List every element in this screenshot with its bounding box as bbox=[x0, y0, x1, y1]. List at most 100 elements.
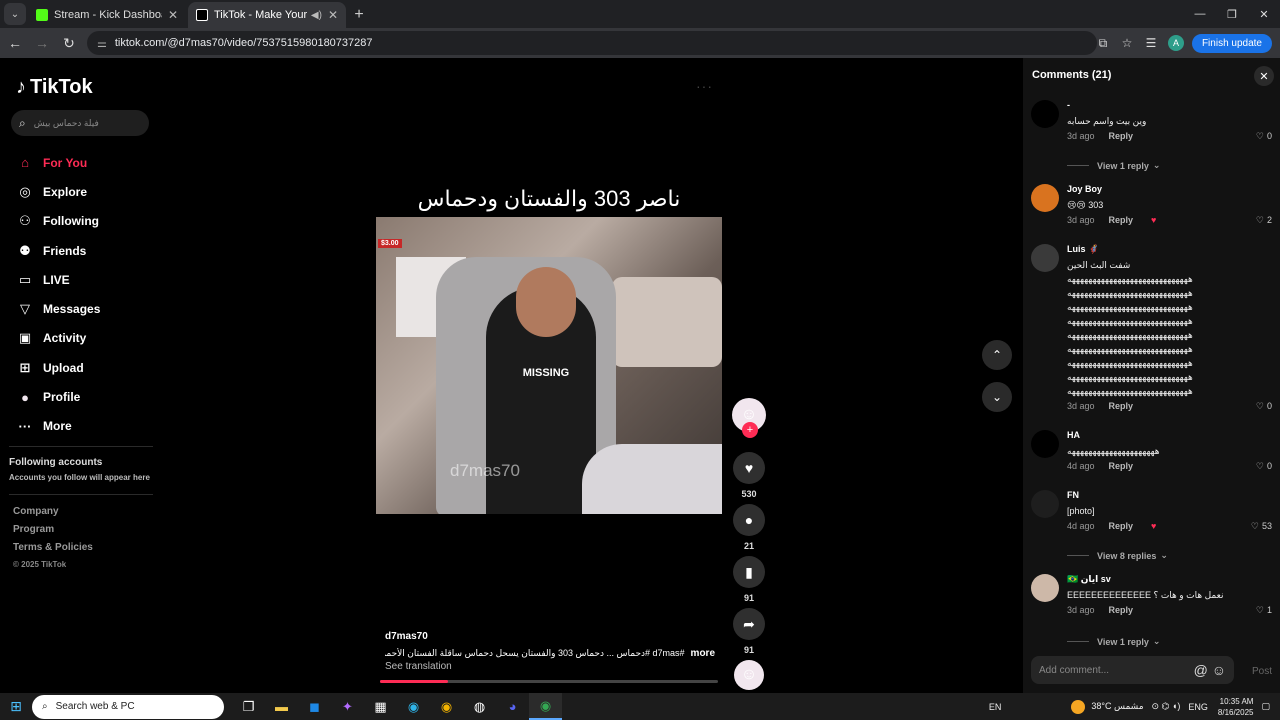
finish-update-button[interactable]: Finish update bbox=[1191, 33, 1272, 53]
reply-button[interactable]: Reply bbox=[1109, 398, 1134, 414]
previous-video-button[interactable]: ⌃ bbox=[982, 340, 1012, 370]
comment-button[interactable]: ● bbox=[733, 504, 765, 536]
edge-icon[interactable]: ◉ bbox=[397, 693, 430, 720]
tray-icons[interactable]: ⊙ ⌬ ◖) bbox=[1152, 701, 1181, 712]
sidebar-item-explore[interactable]: ◎ Explore bbox=[16, 177, 156, 206]
tab-kick-dashboard[interactable]: Stream - Kick Dashboard ✕ bbox=[28, 2, 186, 28]
obs-icon[interactable]: ◍ bbox=[463, 693, 496, 720]
sound-disc-avatar[interactable]: ☺ bbox=[734, 660, 764, 690]
save-button[interactable]: ▮ bbox=[733, 556, 765, 588]
sidebar-item-more[interactable]: ··· More bbox=[16, 412, 156, 441]
comment-username[interactable]: 🇧🇷 ايان sv bbox=[1067, 574, 1272, 588]
next-video-button[interactable]: ⌄ bbox=[982, 382, 1012, 412]
minimize-button[interactable]: — bbox=[1184, 0, 1216, 28]
footer-link-terms[interactable]: Terms & Policies bbox=[13, 542, 93, 560]
mention-emoji-icons[interactable]: @ ☺ bbox=[1194, 662, 1226, 678]
like-button[interactable]: ♥ bbox=[733, 452, 765, 484]
sidebar-item-messages[interactable]: ▽ Messages bbox=[16, 294, 156, 323]
store-icon[interactable]: ▦ bbox=[364, 693, 397, 720]
search-input[interactable]: ⌕ فيلة دحماس بيش bbox=[11, 110, 149, 136]
video-progress-bar[interactable] bbox=[380, 680, 718, 683]
chrome-icon[interactable]: ◉ bbox=[430, 693, 463, 720]
new-tab-button[interactable]: + bbox=[348, 2, 370, 28]
comment-like-button[interactable]: ♡ 0 bbox=[1256, 128, 1272, 144]
more-link[interactable]: more bbox=[691, 648, 715, 659]
commenter-avatar[interactable] bbox=[1031, 490, 1059, 518]
footer-link-program[interactable]: Program bbox=[13, 524, 93, 542]
chrome-active-icon[interactable]: ◉ bbox=[529, 693, 562, 720]
tab-search-button[interactable]: ⌄ bbox=[4, 3, 26, 25]
commenter-avatar[interactable] bbox=[1031, 100, 1059, 128]
sidebar-item-live[interactable]: ▭ LIVE bbox=[16, 265, 156, 294]
commenter-avatar[interactable] bbox=[1031, 184, 1059, 212]
reply-button[interactable]: Reply bbox=[1109, 212, 1134, 228]
comment-username[interactable]: Luis 🦸 bbox=[1067, 244, 1272, 258]
view-replies-button[interactable]: View 1 reply ⌄ bbox=[1067, 636, 1160, 647]
tab-tiktok[interactable]: TikTok - Make Your Day ◀) ✕ bbox=[188, 2, 346, 28]
notifications-icon[interactable]: ▢ bbox=[1261, 701, 1270, 712]
address-input[interactable]: ⚌ tiktok.com/@d7mas70/video/753751598018… bbox=[87, 31, 1097, 55]
close-tab-icon[interactable]: ✕ bbox=[328, 8, 338, 22]
lang-indicator[interactable]: EN bbox=[989, 702, 1002, 712]
add-comment-input[interactable]: Add comment... @ ☺ bbox=[1031, 656, 1234, 684]
video-options-icon[interactable]: ··· bbox=[696, 78, 713, 94]
back-button[interactable]: ← bbox=[3, 31, 27, 55]
video-player[interactable]: MISSING $3.00 d7mas70 bbox=[376, 217, 722, 514]
comment-username[interactable]: - bbox=[1067, 100, 1272, 114]
task-view-icon[interactable]: ❐ bbox=[232, 693, 265, 720]
footer-link-company[interactable]: Company bbox=[13, 506, 93, 524]
file-explorer-icon[interactable]: ▬ bbox=[265, 693, 298, 720]
follow-plus-icon[interactable]: + bbox=[742, 422, 758, 438]
comment-username[interactable]: Joy Boy bbox=[1067, 184, 1272, 198]
copilot-icon[interactable]: ✦ bbox=[331, 693, 364, 720]
comment-like-button[interactable]: ♡ 0 bbox=[1256, 398, 1272, 414]
sidebar-item-profile[interactable]: ● Profile bbox=[16, 382, 156, 411]
reply-button[interactable]: Reply bbox=[1109, 518, 1134, 534]
profile-avatar[interactable]: A bbox=[1167, 35, 1184, 51]
close-comments-button[interactable]: ✕ bbox=[1254, 66, 1274, 86]
close-tab-icon[interactable]: ✕ bbox=[168, 8, 178, 22]
video-author[interactable]: d7mas70 bbox=[385, 631, 428, 642]
bookmark-star-icon[interactable]: ☆ bbox=[1116, 36, 1138, 50]
comment-username[interactable]: FN bbox=[1067, 490, 1272, 504]
clock[interactable]: 10:35 AM 8/16/2025 bbox=[1218, 696, 1254, 718]
speaker-icon[interactable]: ◀) bbox=[311, 10, 322, 21]
see-translation-link[interactable]: See translation bbox=[385, 661, 452, 672]
reply-button[interactable]: Reply bbox=[1109, 128, 1134, 144]
taskbar-search[interactable]: ⌕ Search web & PC bbox=[32, 694, 224, 719]
reply-button[interactable]: Reply bbox=[1109, 458, 1134, 474]
heart-outline-icon: ♡ bbox=[1255, 401, 1264, 411]
reload-button[interactable]: ↻ bbox=[57, 31, 81, 55]
close-window-button[interactable]: ✕ bbox=[1248, 0, 1280, 28]
commenter-avatar[interactable] bbox=[1031, 244, 1059, 272]
windows-start-icon[interactable]: ⊞ bbox=[0, 693, 32, 720]
input-language[interactable]: ENG bbox=[1188, 702, 1208, 712]
comment-like-button[interactable]: ♡ 0 bbox=[1256, 458, 1272, 474]
comment-like-button[interactable]: ♡ 2 bbox=[1256, 212, 1272, 228]
sidebar-item-upload[interactable]: ⊞ Upload bbox=[16, 353, 156, 382]
comment-like-button[interactable]: ♡ 1 bbox=[1256, 602, 1272, 618]
maximize-button[interactable]: ❐ bbox=[1216, 0, 1248, 28]
share-button[interactable]: ➦ bbox=[733, 608, 765, 640]
install-app-icon[interactable]: ⧉ bbox=[1092, 36, 1114, 51]
sidebar-item-following[interactable]: ⚇ Following bbox=[16, 207, 156, 236]
sidebar-item-activity[interactable]: ▣ Activity bbox=[16, 324, 156, 353]
outlook-icon[interactable]: ◼ bbox=[298, 693, 331, 720]
extensions-icon[interactable]: ☰ bbox=[1140, 36, 1162, 50]
weather-text[interactable]: 38°C مشمس bbox=[1091, 701, 1143, 712]
comment-username[interactable]: HA bbox=[1067, 430, 1272, 444]
forward-button[interactable]: → bbox=[30, 31, 54, 55]
creator-avatar[interactable]: ☺ + bbox=[732, 398, 766, 438]
commenter-avatar[interactable] bbox=[1031, 574, 1059, 602]
comment-like-button[interactable]: ♡ 53 bbox=[1251, 518, 1272, 534]
tiktok-logo[interactable]: ♪ TikTok bbox=[16, 76, 93, 99]
commenter-avatar[interactable] bbox=[1031, 430, 1059, 458]
reply-button[interactable]: Reply bbox=[1109, 602, 1134, 618]
sidebar-item-friends[interactable]: ⚉ Friends bbox=[16, 236, 156, 265]
view-replies-button[interactable]: View 1 reply ⌄ bbox=[1067, 160, 1160, 171]
view-replies-button[interactable]: View 8 replies ⌄ bbox=[1067, 550, 1168, 561]
site-info-icon[interactable]: ⚌ bbox=[97, 37, 107, 50]
post-button[interactable]: Post bbox=[1252, 666, 1272, 677]
discord-icon[interactable]: ◕ bbox=[496, 693, 529, 720]
sidebar-item-for-you[interactable]: ⌂ For You bbox=[16, 148, 156, 177]
